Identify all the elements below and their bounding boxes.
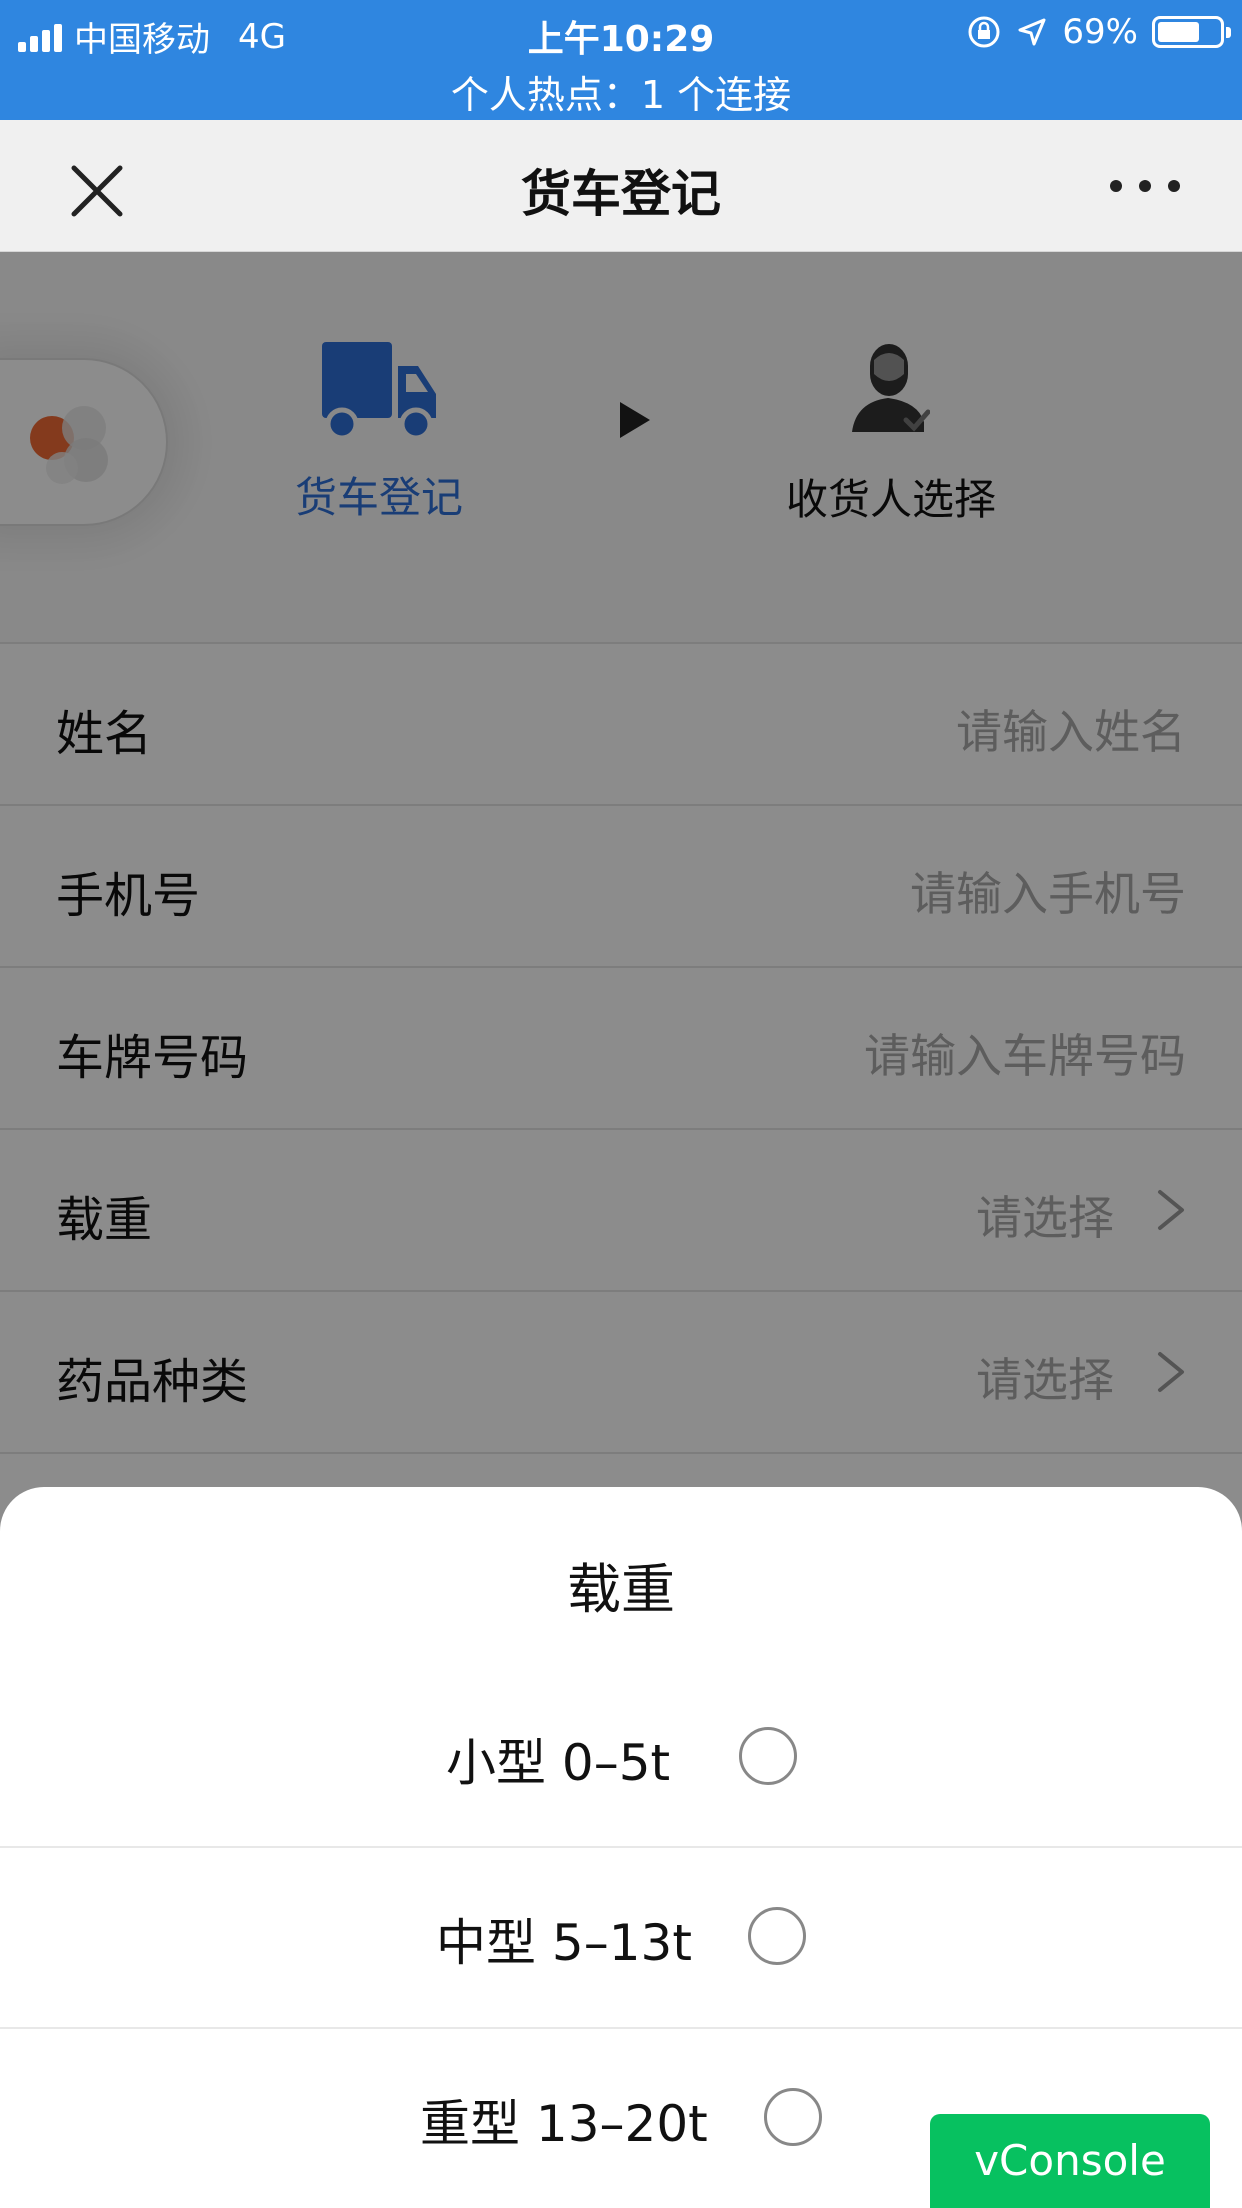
page-title: 货车登记 — [521, 165, 721, 223]
more-button[interactable] — [1110, 156, 1180, 216]
battery-percent: 69% — [1062, 12, 1138, 52]
nav-bar: 货车登记 — [0, 120, 1242, 252]
status-bar: 中国移动 4G 上午10:29 69% 个人热点：1 个连接 — [0, 0, 1242, 120]
battery-fill — [1158, 22, 1200, 42]
vconsole-button[interactable]: vConsole — [930, 2114, 1210, 2208]
option-label: 中型 5–13t — [436, 1914, 692, 1972]
option-medium[interactable]: 中型 5–13t — [0, 1847, 1242, 2027]
more-icon — [1110, 180, 1122, 192]
radio-button[interactable] — [764, 2088, 822, 2146]
option-label: 小型 0–5t — [446, 1734, 671, 1792]
radio-button[interactable] — [748, 1907, 806, 1965]
rotation-lock-icon — [968, 16, 1000, 48]
hotspot-banner[interactable]: 个人热点：1 个连接 — [0, 64, 1242, 119]
status-right: 69% — [966, 12, 1231, 52]
radio-button[interactable] — [739, 1727, 797, 1785]
option-label: 重型 13–20t — [420, 2095, 708, 2153]
load-picker-sheet: 载重 小型 0–5t 中型 5–13t 重型 13–20t — [0, 1487, 1242, 2208]
location-arrow-icon — [1018, 18, 1046, 46]
sheet-title: 载重 — [567, 1558, 675, 1621]
option-small[interactable]: 小型 0–5t — [0, 1667, 1242, 1847]
battery-icon — [1152, 16, 1231, 48]
